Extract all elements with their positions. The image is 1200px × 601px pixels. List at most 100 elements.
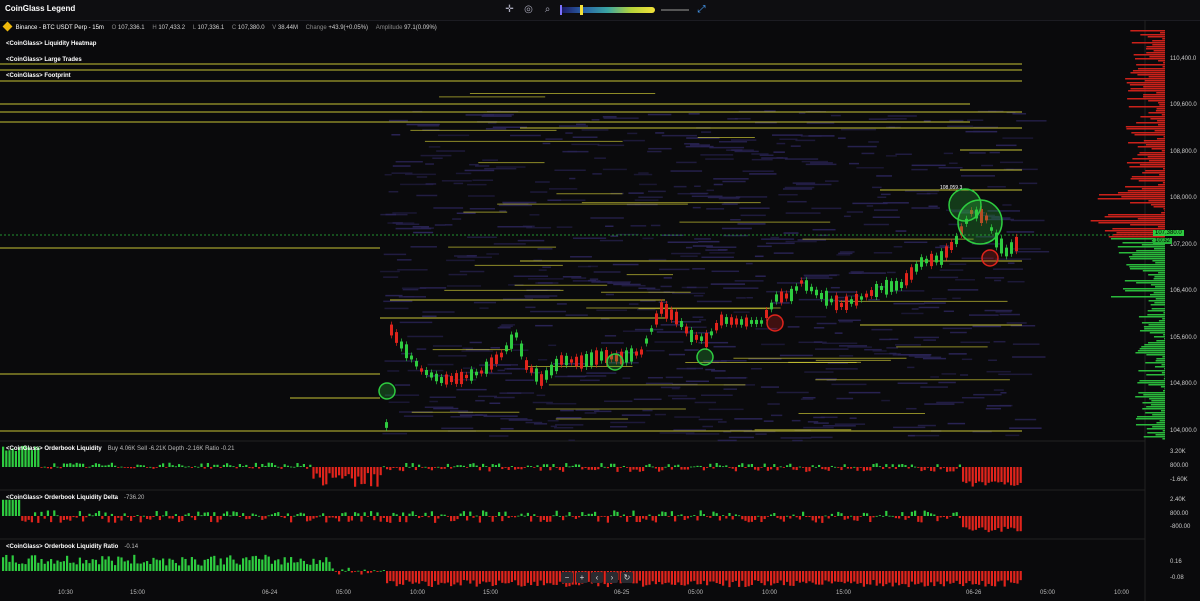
- orderbook-depth-bar: [1143, 94, 1165, 96]
- indicator-bar: [1000, 516, 1003, 532]
- candle: [865, 293, 868, 298]
- heatmap-cell: [538, 358, 548, 361]
- orderbook-depth-bar: [1145, 170, 1165, 172]
- indicator-bar: [818, 571, 821, 585]
- indicator-bar: [194, 559, 197, 571]
- indicator-bar: [296, 463, 299, 467]
- orderbook-depth-bar: [1138, 316, 1165, 318]
- heatmap-cell: [647, 113, 672, 116]
- indicator-bar: [274, 465, 277, 467]
- indicator-orderbook-liquidity-delta[interactable]: <CoinGlass> Orderbook Liquidity Delta -73…: [6, 495, 144, 501]
- indicator-bar: [930, 513, 933, 516]
- heatmap-cell: [694, 401, 717, 404]
- indicator-bar: [645, 465, 648, 467]
- indicator-bar: [923, 571, 926, 587]
- indicator-orderbook-liquidity[interactable]: <CoinGlass> Orderbook Liquidity Buy 4.06K…: [6, 446, 234, 452]
- legend-footprint[interactable]: <CoinGlass> Footprint: [6, 73, 71, 79]
- heatmap-cell: [648, 147, 672, 150]
- indicator-bar: [610, 463, 613, 467]
- indicator-bar: [984, 516, 987, 530]
- indicator-bar: [286, 465, 289, 467]
- legend-large-trades[interactable]: <CoinGlass> Large Trades: [6, 57, 82, 63]
- indicator-bar: [43, 516, 46, 519]
- heatmap-cell: [955, 279, 975, 281]
- indicator-bar: [747, 571, 750, 587]
- indicator-bar: [802, 467, 805, 468]
- heatmap-cell: [473, 301, 496, 304]
- orderbook-depth-bar: [1132, 70, 1165, 72]
- indicator-bar: [965, 467, 968, 484]
- zoom-in-button[interactable]: +: [576, 572, 588, 583]
- indicator-bar: [270, 563, 273, 571]
- reset-view-button[interactable]: ↻: [621, 572, 633, 583]
- indicator-bar: [430, 571, 433, 587]
- orderbook-depth-bar: [1159, 104, 1165, 106]
- heatmap-cell: [795, 139, 816, 142]
- heatmap-cell: [941, 373, 957, 375]
- candle: [535, 368, 538, 382]
- heatmap-cell: [692, 245, 713, 247]
- heatmap-cell: [459, 414, 488, 416]
- indicator-bar: [981, 467, 984, 483]
- indicator-bar: [8, 561, 11, 571]
- indicator-bar: [856, 467, 859, 471]
- indicator-bar: [981, 571, 984, 581]
- heatmap-cell: [462, 367, 476, 369]
- indicator-bar: [98, 564, 101, 571]
- heatmap-cell: [791, 419, 801, 422]
- indicator-bar: [178, 565, 181, 571]
- heatmap-cell: [749, 173, 777, 175]
- heatmap-cell: [709, 146, 745, 149]
- heatmap-cell: [813, 422, 829, 424]
- orderbook-depth-bar: [1135, 424, 1165, 426]
- indicator-bar: [187, 513, 190, 516]
- heatmap-cell: [693, 295, 704, 297]
- heatmap-cell: [642, 237, 654, 240]
- heatmap-cell: [676, 367, 696, 370]
- indicator-bar: [411, 511, 414, 516]
- indicator-bar: [904, 571, 907, 585]
- indicator-bar: [469, 571, 472, 584]
- indicator-bar: [795, 571, 798, 581]
- heatmap-cell: [513, 275, 549, 278]
- heatmap-cell: [394, 384, 411, 386]
- indicator-bar: [98, 510, 101, 516]
- candle: [710, 331, 713, 336]
- indicator-bar: [434, 571, 437, 582]
- heatmap-cell: [1006, 322, 1027, 324]
- heatmap-cell: [1000, 392, 1007, 394]
- indicator-bar: [312, 516, 315, 519]
- scroll-left-button[interactable]: ‹: [591, 572, 603, 583]
- heatmap-cell: [554, 426, 574, 429]
- heatmap-cell: [824, 180, 839, 182]
- zoom-out-button[interactable]: −: [561, 572, 573, 583]
- indicator-bar: [642, 516, 645, 519]
- indicator-bar: [677, 464, 680, 467]
- candle: [585, 354, 588, 367]
- scroll-right-button[interactable]: ›: [606, 572, 618, 583]
- heatmap-cell: [685, 326, 707, 329]
- indicator-bar: [885, 510, 888, 516]
- legend-liquidity-heatmap[interactable]: <CoinGlass> Liquidity Heatmap: [6, 41, 96, 47]
- indicator-bar: [619, 467, 622, 468]
- indicator-bar: [133, 467, 136, 469]
- indicator-bar: [718, 465, 721, 467]
- indicator-bar: [546, 464, 549, 467]
- orderbook-depth-bar: [1125, 186, 1165, 188]
- heatmap-cell: [640, 300, 656, 302]
- indicator-bar: [248, 467, 251, 469]
- indicator-bar: [920, 467, 923, 472]
- indicator-bar: [824, 515, 827, 517]
- heatmap-cell: [904, 241, 928, 244]
- heatmap-cell: [714, 377, 747, 379]
- orderbook-depth-bar: [1139, 330, 1165, 332]
- indicator-bar: [898, 516, 901, 519]
- indicator-orderbook-liquidity-ratio[interactable]: <CoinGlass> Orderbook Liquidity Ratio -0.…: [6, 544, 138, 550]
- main-chart-canvas[interactable]: [0, 0, 1200, 601]
- candle: [860, 296, 863, 300]
- indicator-bar: [539, 571, 542, 581]
- indicator-bar: [651, 571, 654, 582]
- orderbook-depth-bar: [1143, 86, 1165, 88]
- orderbook-depth-bar: [1121, 196, 1165, 198]
- heatmap-cell: [852, 202, 888, 205]
